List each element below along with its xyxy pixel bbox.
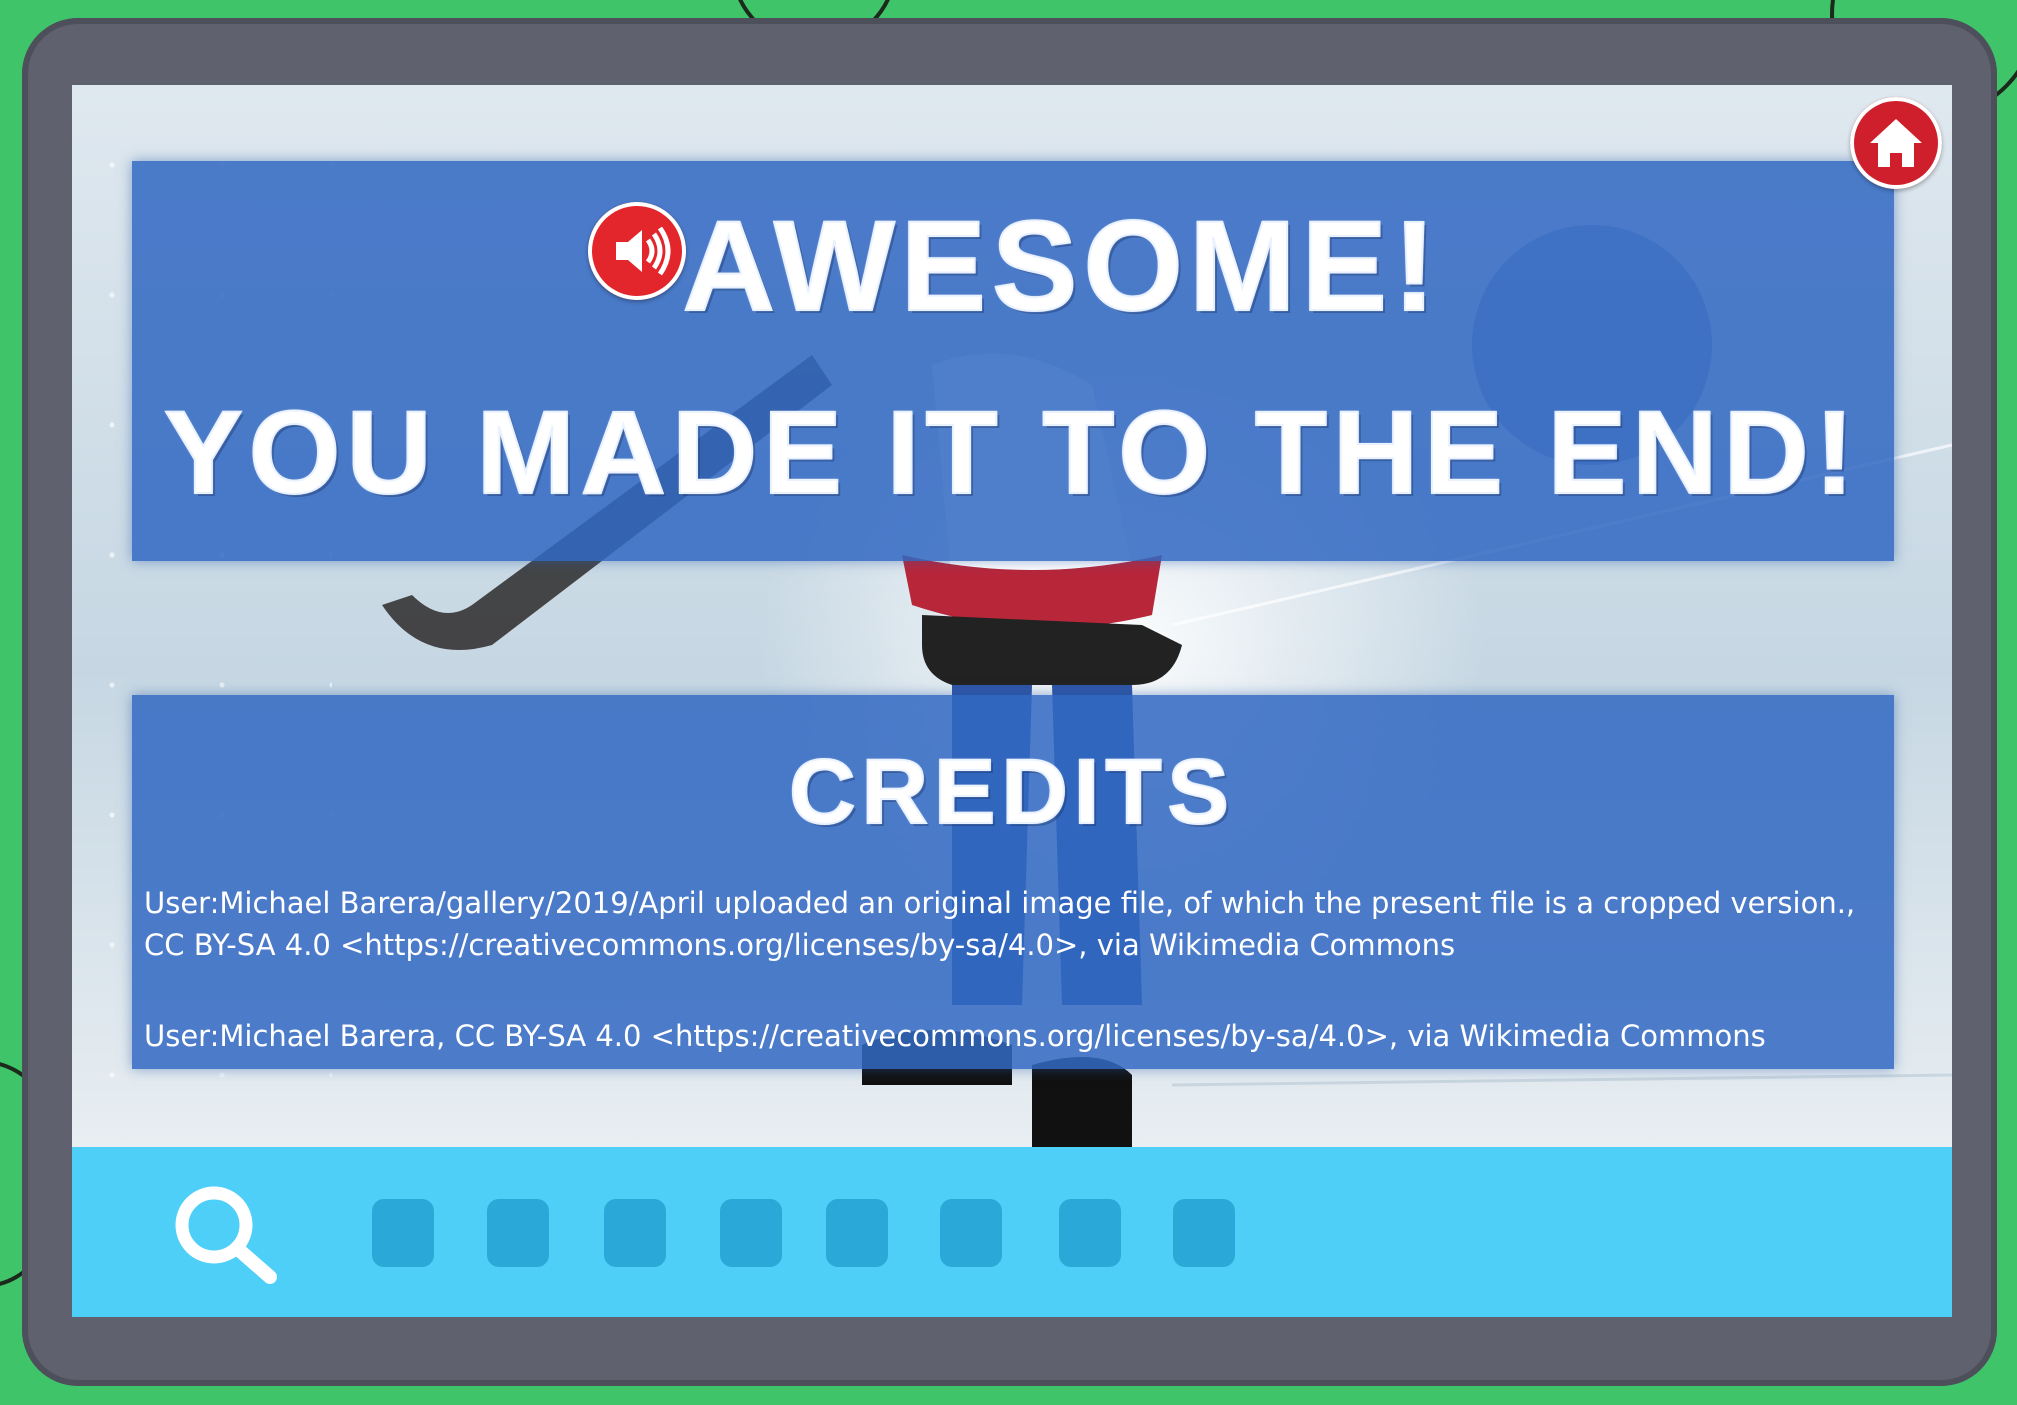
inventory-toolbar	[72, 1147, 1952, 1317]
inventory-slot[interactable]	[826, 1199, 888, 1267]
search-button[interactable]	[162, 1177, 282, 1287]
inventory-slot[interactable]	[720, 1199, 782, 1267]
inventory-slot[interactable]	[1173, 1199, 1235, 1267]
credit-entry-2: User:Michael Barera, CC BY-SA 4.0 <https…	[144, 1019, 1766, 1053]
magnifier-icon	[175, 1186, 277, 1284]
inventory-slot[interactable]	[604, 1199, 666, 1267]
game-screen: AWESOME! YOU MADE IT TO THE END! CREDITS…	[72, 85, 1952, 1147]
credits-heading: CREDITS	[788, 740, 1235, 844]
inventory-slot[interactable]	[372, 1199, 434, 1267]
credit-entry-1: User:Michael Barera/gallery/2019/April u…	[144, 886, 1856, 962]
inventory-slot[interactable]	[940, 1199, 1002, 1267]
speaker-icon	[616, 226, 671, 276]
home-icon	[1870, 119, 1922, 167]
sound-button[interactable]	[588, 202, 686, 300]
inventory-slot[interactable]	[1059, 1199, 1121, 1267]
inventory-slot[interactable]	[487, 1199, 549, 1267]
title-awesome: AWESOME!	[681, 194, 1442, 339]
title-end-message: YOU MADE IT TO THE END!	[163, 386, 1861, 520]
home-button[interactable]	[1850, 97, 1942, 189]
